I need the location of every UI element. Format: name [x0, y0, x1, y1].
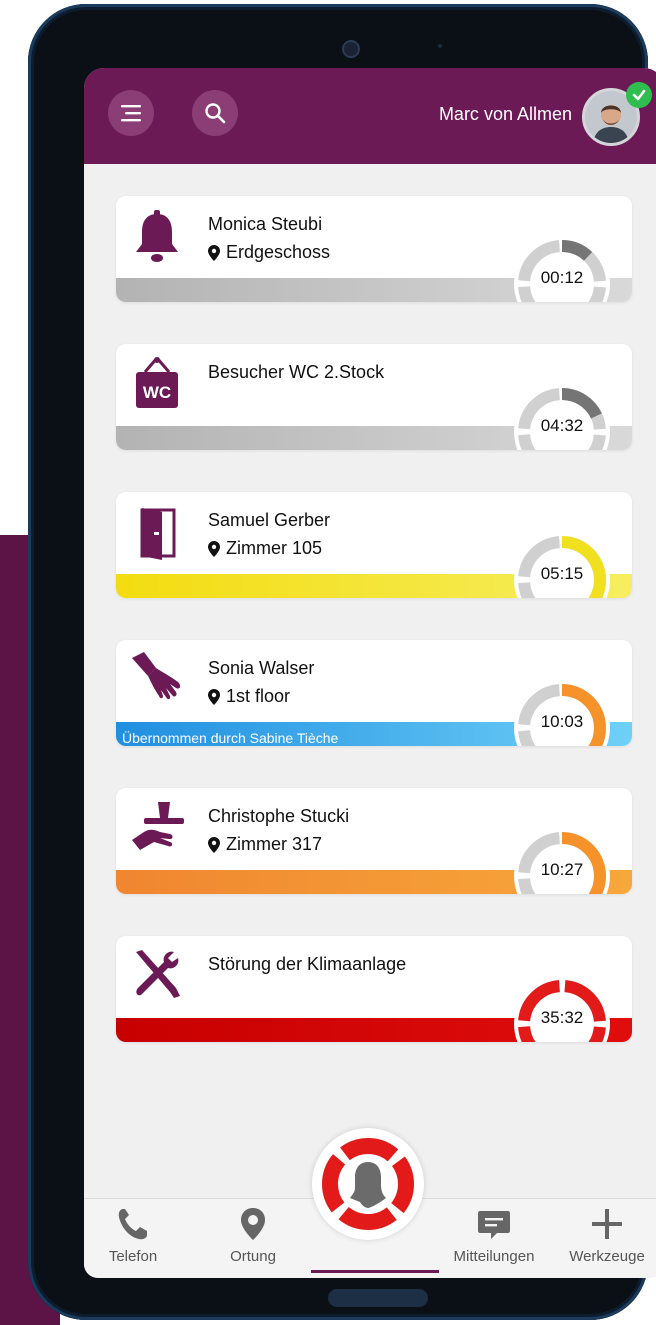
phone-frame: Marc von Allmen Monica Steubi Erdgeschos… — [28, 4, 656, 1320]
alarm-card[interactable]: Samuel Gerber Zimmer 105 05:15 — [116, 492, 632, 598]
svg-text:WC: WC — [143, 383, 171, 402]
sensor-dot — [438, 44, 442, 48]
search-button[interactable] — [192, 90, 238, 136]
active-tab-indicator — [311, 1270, 439, 1273]
alarm-card[interactable]: Christophe Stucki Zimmer 317 10:27 — [116, 788, 632, 894]
nav-item-werkzeuge[interactable]: Werkzeuge — [552, 1207, 656, 1265]
alarm-title: Sonia Walser — [208, 658, 315, 678]
alarm-location: Zimmer 105 — [208, 538, 322, 559]
timer-value: 10:03 — [540, 712, 584, 731]
location-pin-icon — [208, 244, 220, 261]
search-icon — [205, 103, 226, 124]
bell-icon — [136, 210, 178, 262]
nav-label: Ortung — [230, 1248, 276, 1265]
alarm-card[interactable]: WC Besucher WC 2.Stock 04:32 — [116, 344, 632, 450]
nav-label: Werkzeuge — [569, 1248, 645, 1265]
location-pin-icon — [208, 540, 220, 557]
location-pin-icon — [208, 688, 220, 705]
timer-value: 00:12 — [540, 268, 584, 287]
wc-sign-icon: WC — [136, 357, 178, 408]
menu-button[interactable] — [108, 90, 154, 136]
takeover-note: Übernommen durch Sabine Tièche — [122, 730, 339, 746]
tools-icon — [136, 950, 180, 998]
camera-icon — [342, 40, 360, 58]
alarm-title: Christophe Stucki — [208, 806, 350, 826]
timer-value: 05:15 — [540, 564, 584, 583]
alarm-location: Zimmer 317 — [208, 834, 322, 855]
phone-icon — [118, 1209, 147, 1240]
location-text: Zimmer 317 — [226, 834, 323, 854]
home-indicator — [328, 1289, 428, 1307]
hand-icon — [132, 652, 181, 700]
app-screen: Marc von Allmen Monica Steubi Erdgeschos… — [84, 68, 656, 1278]
alarm-title: Störung der Klimaanlage — [208, 954, 407, 974]
alarm-card[interactable]: Übernommen durch Sabine Tièche Sonia Wal… — [116, 640, 632, 746]
message-icon — [478, 1211, 510, 1239]
alarm-card[interactable]: Störung der Klimaanlage 35:32 — [116, 936, 632, 1042]
alarm-card[interactable]: Monica Steubi Erdgeschoss 00:12 — [116, 196, 632, 302]
nav-item-telefon[interactable]: Telefon — [84, 1207, 188, 1265]
nav-item-ortung[interactable]: Ortung — [198, 1207, 308, 1265]
alarm-location: 1st floor — [208, 686, 290, 707]
alarm-button[interactable] — [312, 1128, 424, 1240]
timer-value: 35:32 — [540, 1008, 584, 1027]
plus-icon — [592, 1209, 622, 1239]
nav-label: Telefon — [108, 1248, 158, 1265]
user-name[interactable]: Marc von Allmen — [439, 104, 572, 125]
nav-label: Mitteilungen — [453, 1248, 535, 1265]
menu-lines-icon — [121, 105, 141, 122]
app-header: Marc von Allmen — [84, 68, 656, 164]
location-pin-icon — [241, 1208, 265, 1240]
timer-value: 04:32 — [540, 416, 584, 435]
timer-value: 10:27 — [540, 860, 584, 879]
door-icon — [140, 508, 176, 560]
alarm-bell-icon — [322, 1138, 414, 1230]
location-text: Zimmer 105 — [226, 538, 323, 558]
alarm-title: Besucher WC 2.Stock — [208, 362, 385, 382]
alarm-title: Monica Steubi — [208, 214, 323, 234]
nav-item-mitteilungen[interactable]: Mitteilungen — [439, 1207, 549, 1265]
location-text: 1st floor — [226, 686, 291, 706]
alarm-title: Samuel Gerber — [208, 510, 331, 530]
location-text: Erdgeschoss — [226, 242, 331, 262]
serving-tray-icon — [132, 802, 184, 850]
online-status-icon — [626, 82, 652, 108]
alarm-location: Erdgeschoss — [208, 242, 330, 263]
location-pin-icon — [208, 836, 220, 853]
